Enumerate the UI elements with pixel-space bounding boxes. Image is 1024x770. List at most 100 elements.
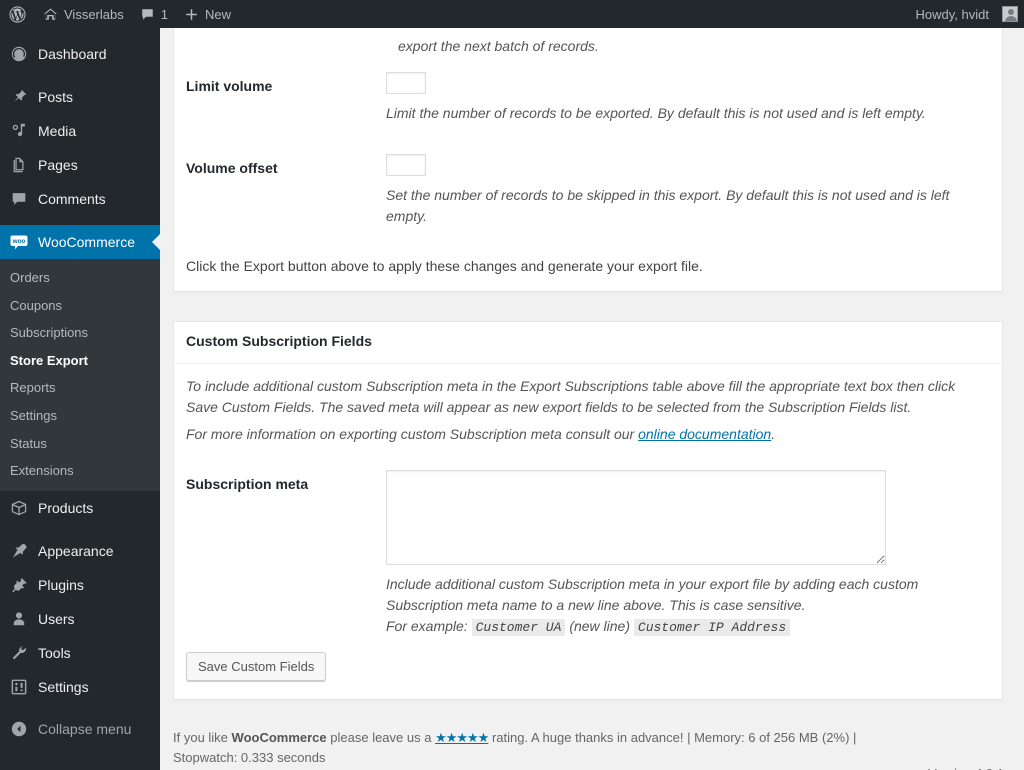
limit-volume-input[interactable]	[386, 72, 426, 94]
appearance-brush-icon	[9, 541, 29, 561]
footer-text-before: If you like	[173, 730, 232, 745]
limit-volume-description: Limit the number of records to be export…	[386, 105, 926, 121]
products-box-icon	[9, 498, 29, 518]
collapse-arrow-icon	[9, 720, 29, 738]
settings-sliders-icon	[9, 677, 29, 697]
example-code-2: Customer IP Address	[633, 618, 791, 636]
meta-desc-line-1: Include additional custom Subscription m…	[386, 575, 919, 592]
sidebar-item-plugins[interactable]: Plugins	[0, 568, 160, 602]
sidebar-item-label: WooCommerce	[38, 234, 135, 250]
collapse-menu-button[interactable]: Collapse menu	[0, 712, 160, 746]
new-content-button[interactable]: New	[176, 0, 239, 28]
sidebar-item-appearance[interactable]: Appearance	[0, 534, 160, 568]
sidebar-item-label: Plugins	[38, 576, 84, 593]
comment-bubble-icon	[140, 7, 155, 22]
sidebar-item-users[interactable]: Users	[0, 602, 160, 636]
sidebar-item-label: Posts	[38, 89, 74, 105]
panel-intro: To include additional custom Subscriptio…	[174, 364, 994, 455]
menu-group-separator	[0, 71, 160, 80]
table-row: Limit volume Limit the number of records…	[174, 57, 1002, 139]
intro-paragraph-2: For more information on exporting custom…	[186, 424, 982, 445]
svg-text:woo: woo	[12, 238, 26, 245]
example-prefix: For example:	[386, 617, 468, 634]
export-options-panel: export the next batch of records. Limit …	[173, 28, 1003, 292]
woocommerce-icon: woo	[9, 232, 29, 252]
menu-top-spacer	[0, 28, 160, 37]
avatar	[1002, 6, 1018, 22]
sidebar-item-woocommerce[interactable]: woo WooCommerce	[0, 225, 160, 259]
intro-text-before: For more information on exporting custom…	[186, 425, 639, 442]
volume-offset-cell: Set the number of records to be skipped …	[386, 139, 1002, 242]
sidebar-item-pages[interactable]: Pages	[0, 148, 160, 182]
example-mid-text: (new line)	[569, 617, 631, 634]
sidebar-item-label: Users	[38, 610, 75, 627]
intro-text-after: .	[771, 425, 776, 442]
sidebar-item-media[interactable]: Media	[0, 114, 160, 148]
home-icon	[43, 7, 58, 22]
sidebar-item-label: Appearance	[38, 542, 114, 559]
submenu-item-settings[interactable]: Settings	[0, 402, 160, 430]
subscription-meta-cell: Include additional custom Subscription m…	[386, 455, 1002, 653]
site-name-label: Visserlabs	[64, 6, 124, 22]
plugins-plug-icon	[9, 575, 29, 595]
subscription-meta-label: Subscription meta	[186, 475, 309, 492]
table-row: Volume offset Set the number of records …	[174, 139, 1002, 242]
users-icon	[9, 609, 29, 629]
footer-brand: WooCommerce	[231, 730, 327, 745]
online-documentation-link[interactable]: online documentation	[638, 426, 771, 442]
sidebar-item-tools[interactable]: Tools	[0, 636, 160, 670]
intro-paragraph-1: To include additional custom Subscriptio…	[186, 377, 956, 415]
wordpress-version-label: Version 4.9.1	[928, 764, 1004, 770]
site-name-button[interactable]: Visserlabs	[35, 0, 132, 28]
submenu-item-subscriptions[interactable]: Subscriptions	[0, 319, 160, 347]
submenu-item-coupons[interactable]: Coupons	[0, 292, 160, 320]
my-account-button[interactable]: Howdy, hvidt	[908, 0, 1024, 28]
posts-pin-icon	[9, 87, 29, 107]
wordpress-logo-button[interactable]	[0, 0, 35, 28]
menu-group-separator	[0, 525, 160, 534]
footer-credit-text: If you like WooCommerce please leave us …	[173, 728, 873, 768]
subscription-meta-textarea[interactable]	[386, 469, 886, 565]
new-label: New	[204, 6, 231, 22]
howdy-label: Howdy, hvidt	[915, 6, 989, 22]
collapse-menu-label: Collapse menu	[38, 720, 132, 737]
limit-volume-cell: Limit the number of records to be export…	[386, 57, 1002, 139]
export-top-description: export the next batch of records.	[398, 38, 599, 54]
custom-fields-table: Subscription meta Include additional cus…	[174, 455, 1002, 653]
panel-title: Custom Subscription Fields	[174, 322, 1002, 364]
table-row: Subscription meta Include additional cus…	[174, 455, 1002, 653]
submenu-item-store-export[interactable]: Store Export	[0, 347, 160, 375]
sidebar-item-label: Pages	[38, 157, 78, 173]
comments-button[interactable]: 1	[132, 0, 176, 28]
footer-text-mid: please leave us a	[326, 730, 436, 745]
comments-bubble-icon	[9, 189, 29, 209]
sidebar-item-dashboard[interactable]: Dashboard	[0, 37, 160, 71]
rating-stars-link[interactable]: ★★★★★	[435, 730, 489, 745]
main-content: export the next batch of records. Limit …	[160, 28, 1024, 770]
submenu-item-status[interactable]: Status	[0, 430, 160, 458]
admin-bar: Visserlabs 1 New Howdy, hvidt	[0, 0, 1024, 28]
sidebar-item-posts[interactable]: Posts	[0, 80, 160, 114]
subscription-meta-description: Include additional custom Subscription m…	[386, 574, 956, 638]
sidebar-item-settings[interactable]: Settings	[0, 670, 160, 704]
admin-footer: If you like WooCommerce please leave us …	[173, 728, 1024, 770]
woocommerce-submenu: Orders Coupons Subscriptions Store Expor…	[0, 259, 160, 491]
wordpress-logo-icon	[9, 5, 26, 23]
volume-offset-label: Volume offset	[186, 160, 278, 176]
save-custom-fields-button[interactable]: Save Custom Fields	[186, 652, 327, 682]
pages-icon	[9, 155, 29, 175]
volume-offset-input[interactable]	[386, 154, 426, 176]
submenu-item-reports[interactable]: Reports	[0, 374, 160, 402]
sidebar-item-label: Dashboard	[38, 46, 107, 62]
submenu-item-extensions[interactable]: Extensions	[0, 457, 160, 485]
custom-subscription-fields-panel: Custom Subscription Fields To include ad…	[173, 321, 1003, 701]
sidebar-item-label: Media	[38, 123, 77, 139]
volume-offset-description: Set the number of records to be skipped …	[386, 187, 950, 224]
export-options-table: Limit volume Limit the number of records…	[174, 57, 1002, 242]
submenu-item-orders[interactable]: Orders	[0, 264, 160, 292]
admin-sidebar-menu: Dashboard Posts Media Pages Comments woo…	[0, 28, 160, 770]
sidebar-item-comments[interactable]: Comments	[0, 182, 160, 216]
plus-icon	[184, 7, 199, 22]
sidebar-item-products[interactable]: Products	[0, 491, 160, 525]
sidebar-item-label: Products	[38, 499, 94, 516]
